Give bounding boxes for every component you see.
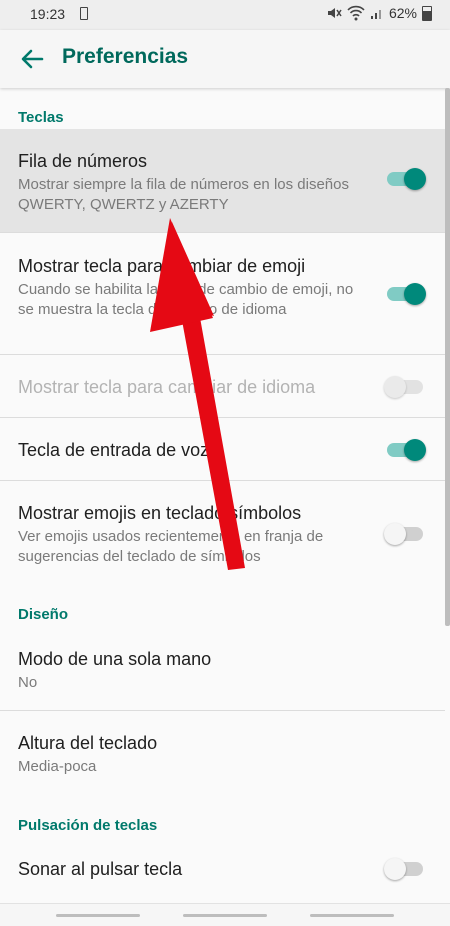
- setting-title: Mostrar emojis en teclado símbolos: [18, 503, 302, 523]
- setting-key-sound[interactable]: Sonar al pulsar tecla: [0, 838, 445, 901]
- number-row-toggle[interactable]: [387, 168, 426, 190]
- setting-value: No: [18, 674, 38, 691]
- toggle-thumb: [404, 439, 426, 461]
- setting-symbol-emojis[interactable]: Mostrar emojis en teclado símbolos Ver e…: [0, 481, 445, 584]
- clock: 19:23: [30, 6, 66, 22]
- toggle-thumb: [384, 858, 406, 880]
- key-sound-toggle[interactable]: [384, 858, 423, 880]
- section-header-keypress: Pulsación de teclas: [18, 817, 158, 834]
- setting-summary: Cuando se habilita la tecla de cambio de…: [18, 281, 354, 318]
- symbol-emojis-toggle[interactable]: [384, 523, 423, 545]
- setting-number-row[interactable]: Fila de números Mostrar siempre la fila …: [0, 129, 445, 233]
- setting-title: Fila de números: [18, 151, 148, 171]
- setting-title: Mostrar tecla para cambiar de idioma: [18, 377, 316, 397]
- setting-language-key: Mostrar tecla para cambiar de idioma: [0, 355, 445, 418]
- battery-percent: 62%: [388, 5, 417, 21]
- status-icons: 62%: [326, 5, 432, 21]
- navigation-bar: [0, 903, 450, 926]
- battery-icon: [422, 5, 432, 21]
- setting-voice-key[interactable]: Tecla de entrada de voz: [0, 418, 445, 481]
- setting-title: Modo de una sola mano: [18, 649, 212, 669]
- setting-emoji-key[interactable]: Mostrar tecla para cambiar de emoji Cuan…: [0, 233, 445, 355]
- voice-key-toggle[interactable]: [387, 439, 426, 461]
- setting-title: Tecla de entrada de voz: [18, 440, 210, 460]
- page-title: Preferencias: [62, 45, 189, 68]
- nav-recent-button[interactable]: [56, 914, 140, 917]
- setting-title: Mostrar tecla para cambiar de emoji: [18, 256, 306, 276]
- wifi-icon: [347, 5, 365, 21]
- toggle-thumb: [404, 283, 426, 305]
- setting-keyboard-height[interactable]: Altura del teclado Media-poca: [0, 711, 445, 795]
- section-header-keys: Teclas: [18, 109, 64, 126]
- setting-one-hand[interactable]: Modo de una sola mano No: [0, 627, 445, 711]
- toggle-thumb: [384, 523, 406, 545]
- setting-title: Sonar al pulsar tecla: [18, 859, 183, 879]
- status-bar: 19:23 62%: [0, 0, 450, 30]
- setting-title: Altura del teclado: [18, 733, 158, 753]
- nav-back-button[interactable]: [310, 914, 394, 917]
- setting-value: Media-poca: [18, 758, 97, 775]
- nav-home-button[interactable]: [183, 914, 267, 917]
- section-header-design: Diseño: [18, 606, 69, 623]
- toggle-thumb: [404, 168, 426, 190]
- emoji-key-toggle[interactable]: [387, 283, 426, 305]
- scrollbar[interactable]: [445, 88, 450, 626]
- sim-icon: [80, 7, 88, 20]
- language-key-toggle: [384, 376, 423, 398]
- setting-summary: Ver emojis usados recientemente en franj…: [18, 528, 324, 565]
- toggle-thumb: [384, 376, 406, 398]
- signal-icon: [370, 10, 381, 19]
- mute-icon: [327, 8, 342, 18]
- setting-summary: Mostrar siempre la fila de números en lo…: [18, 176, 349, 213]
- app-bar: Preferencias: [0, 30, 450, 88]
- back-arrow-icon[interactable]: [18, 45, 46, 73]
